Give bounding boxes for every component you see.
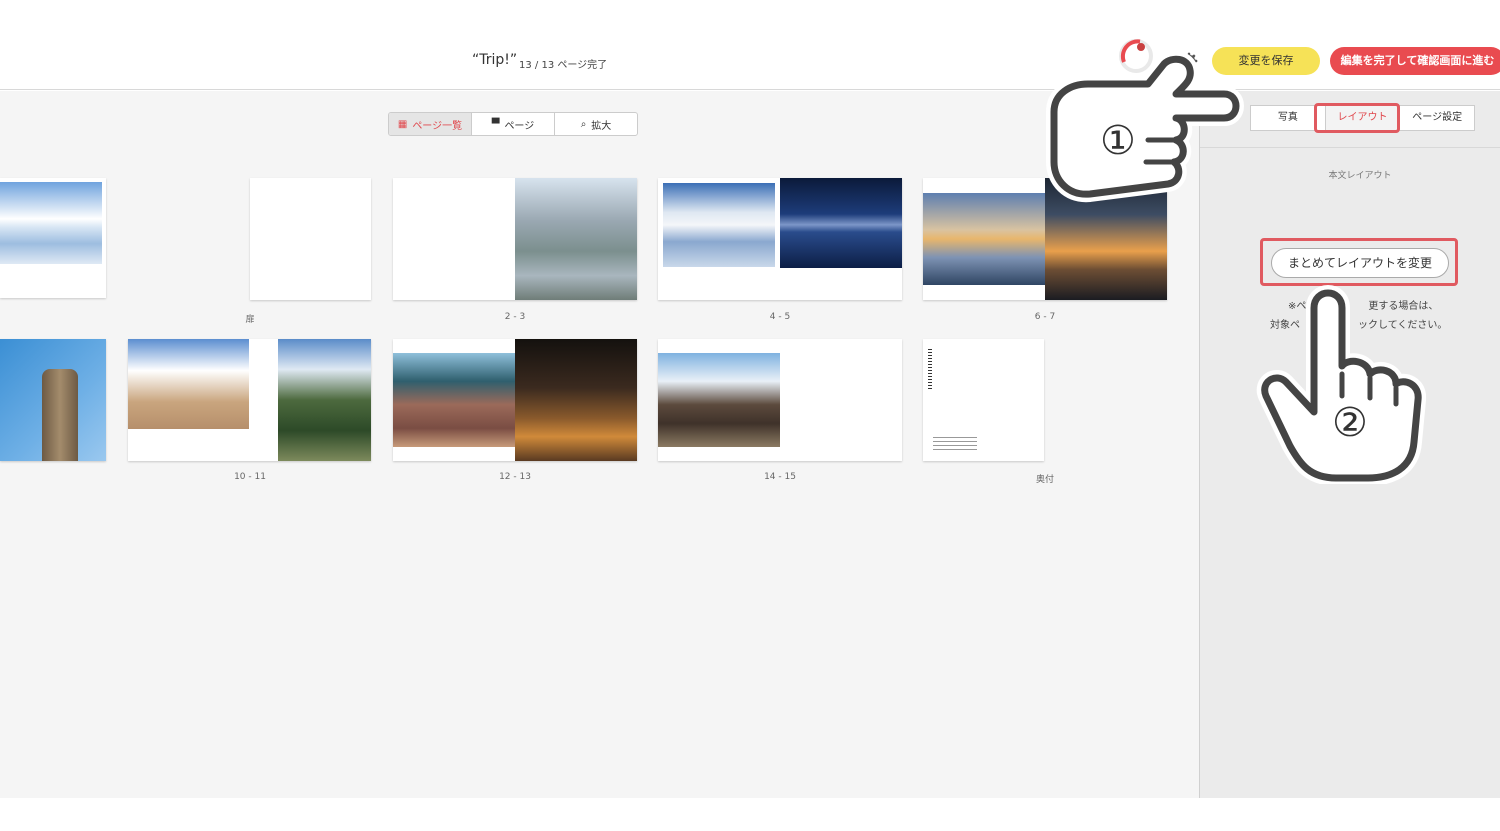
photo-car-reflection [663, 183, 775, 267]
spread-2-3[interactable] [393, 178, 637, 300]
photo-machu-picchu [278, 339, 371, 461]
pointing-hand-icon: ① [1046, 54, 1244, 203]
spread-title-page[interactable] [250, 178, 371, 300]
spread-8-9[interactable] [0, 339, 106, 461]
spread-10-11[interactable] [128, 339, 371, 461]
tab-photos[interactable]: 写真 [1251, 106, 1326, 130]
spread-label: 2 - 3 [504, 312, 526, 322]
view-page-list-button[interactable]: ▦ ページ一覧 [389, 113, 472, 135]
sidebar-tabs: 写真 レイアウト ページ設定 [1250, 105, 1475, 131]
top-bar: “Trip!” 13 / 13 ページ完了 変更を保存 編集を完了して確認画面に… [0, 0, 1500, 90]
tab-page-settings[interactable]: ページ設定 [1400, 106, 1474, 130]
spread-label: 10 - 11 [234, 472, 266, 482]
spread-label: 6 - 7 [1034, 312, 1056, 322]
spread-label: 4 - 5 [769, 312, 791, 322]
spread-colophon[interactable] [923, 339, 1044, 461]
book-icon: ▀ [491, 118, 500, 130]
view-page-list-label: ページ一覧 [412, 120, 463, 132]
step-1-label: ① [1100, 118, 1136, 164]
minaret-tower-shape [42, 369, 78, 461]
spread-label: 14 - 15 [764, 472, 796, 482]
colophon-text-block [933, 437, 977, 451]
spread-4-5[interactable] [658, 178, 902, 300]
barcode [928, 349, 932, 389]
photo-night-street [515, 339, 637, 461]
photo-river-town [515, 178, 637, 300]
bulk-change-layout-button[interactable]: まとめてレイアウトを変更 [1271, 248, 1449, 278]
view-page-button[interactable]: ▀ ページ [472, 113, 555, 135]
finish-editing-button[interactable]: 編集を完了して確認画面に進む [1330, 47, 1500, 75]
page-progress-status: 13 / 13 ページ完了 [519, 60, 608, 71]
photo-salt-flat [0, 182, 102, 264]
photo-jeep-sunset [923, 193, 1045, 285]
photo-dusk-lake [780, 178, 902, 268]
grid-icon: ▦ [397, 118, 408, 130]
bottom-margin [0, 798, 1500, 831]
spread-label: 扉 [245, 315, 255, 325]
page-list-area: ▦ ページ一覧 ▀ ページ ⌕ 拡大 扉 2 - 3 4 - 5 6 - 7 1… [0, 91, 1199, 798]
spread-cover[interactable] [0, 178, 106, 298]
tapping-hand-icon: ② [1256, 285, 1426, 484]
step-2-label: ② [1332, 400, 1368, 446]
spread-label: 奥付 [1035, 475, 1054, 485]
photo-desert-plain [128, 339, 249, 429]
view-mode-toggle: ▦ ページ一覧 ▀ ページ ⌕ 拡大 [388, 112, 638, 136]
magnifier-icon: ⌕ [580, 118, 587, 130]
album-title: “Trip!” [472, 52, 518, 68]
photo-train-wreck [658, 353, 780, 447]
photo-city-rooftops [393, 353, 515, 447]
view-page-label: ページ [504, 120, 535, 132]
spread-12-13[interactable] [393, 339, 637, 461]
spread-label: 12 - 13 [499, 472, 531, 482]
tab-layout[interactable]: レイアウト [1325, 106, 1401, 130]
view-zoom-button[interactable]: ⌕ 拡大 [555, 113, 637, 135]
view-zoom-label: 拡大 [591, 120, 612, 132]
spread-14-15[interactable] [658, 339, 902, 461]
